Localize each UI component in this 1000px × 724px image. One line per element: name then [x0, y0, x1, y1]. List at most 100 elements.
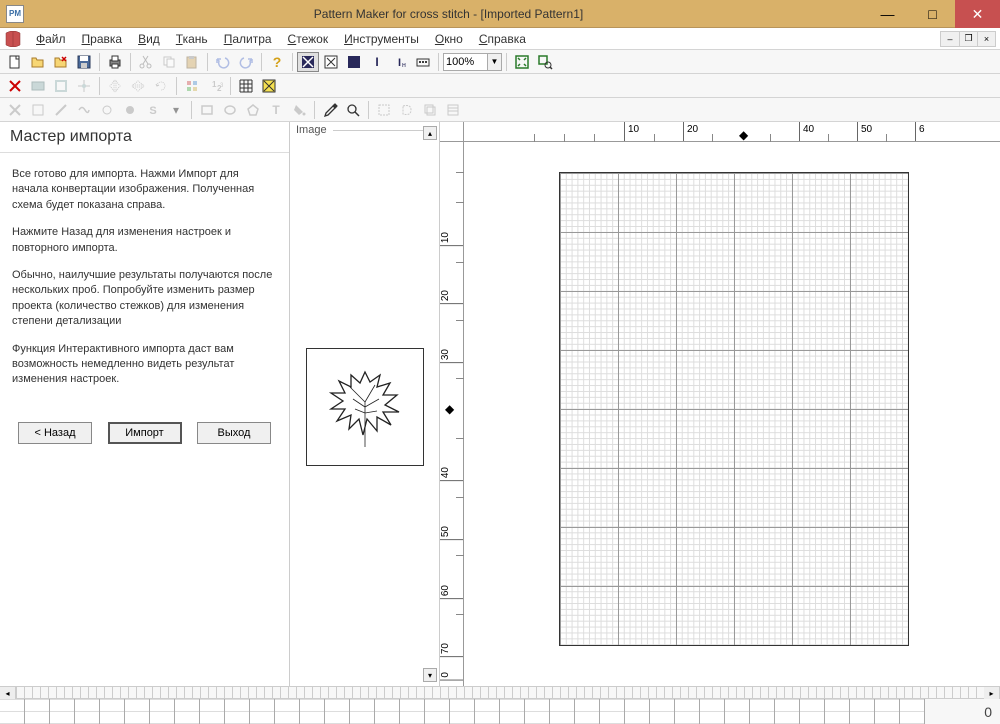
fit-window-icon[interactable]: [511, 52, 533, 72]
center-icon[interactable]: [73, 76, 95, 96]
back-button[interactable]: < Назад: [18, 422, 92, 444]
stitch-color-icon[interactable]: [343, 52, 365, 72]
flip-h-icon[interactable]: [104, 76, 126, 96]
save-icon[interactable]: [73, 52, 95, 72]
scroll-down-button[interactable]: ▾: [423, 668, 437, 682]
palette-cell[interactable]: [525, 699, 550, 724]
palette-cell[interactable]: [350, 699, 375, 724]
palette-cell[interactable]: [450, 699, 475, 724]
tool-back-icon[interactable]: [73, 100, 95, 120]
mdi-restore-button[interactable]: ❐: [959, 32, 977, 46]
palette-cell[interactable]: [650, 699, 675, 724]
stitch-machine-icon[interactable]: [412, 52, 434, 72]
palette-cell[interactable]: [250, 699, 275, 724]
palette-cell[interactable]: [750, 699, 775, 724]
color-ops-icon[interactable]: [181, 76, 203, 96]
tool-text-icon[interactable]: T: [265, 100, 287, 120]
stitch-info-icon[interactable]: Iн: [389, 52, 411, 72]
palette-cell[interactable]: [475, 699, 500, 724]
pattern-grid[interactable]: [559, 172, 909, 646]
palette-cell[interactable]: [625, 699, 650, 724]
mdi-minimize-button[interactable]: –: [941, 32, 959, 46]
new-icon[interactable]: [4, 52, 26, 72]
tool-special-icon[interactable]: S: [142, 100, 164, 120]
grid-viewport[interactable]: [464, 142, 1000, 686]
palette-cell[interactable]: [300, 699, 325, 724]
tool-select-rect-icon[interactable]: [373, 100, 395, 120]
palette-cell[interactable]: [425, 699, 450, 724]
stitch-full-icon[interactable]: [297, 52, 319, 72]
renumber-icon[interactable]: 123: [204, 76, 226, 96]
close-file-icon[interactable]: [50, 52, 72, 72]
delete-icon[interactable]: [4, 76, 26, 96]
palette-cell[interactable]: [875, 699, 900, 724]
maximize-button[interactable]: □: [910, 0, 955, 28]
zoom-region-icon[interactable]: [534, 52, 556, 72]
frame-icon[interactable]: [50, 76, 72, 96]
copy-icon[interactable]: [158, 52, 180, 72]
palette-cell[interactable]: [550, 699, 575, 724]
paste-icon[interactable]: [181, 52, 203, 72]
tool-select-free-icon[interactable]: [396, 100, 418, 120]
import-button[interactable]: Импорт: [108, 422, 182, 444]
palette-cell[interactable]: [0, 699, 25, 724]
zoom-dropdown-button[interactable]: ▼: [488, 53, 502, 71]
palette-cell[interactable]: [600, 699, 625, 724]
tool-special-drop-icon[interactable]: ▾: [165, 100, 187, 120]
tool-full-stitch-icon[interactable]: [4, 100, 26, 120]
zoom-input[interactable]: [443, 53, 488, 71]
ruler-vertical[interactable]: 10 20 30 ◆ 40 50 60 70 0: [440, 142, 464, 686]
rotate-icon[interactable]: [150, 76, 172, 96]
ruler-horizontal[interactable]: 10 20 ◆ 40 50 6: [464, 122, 1000, 142]
menu-fabric[interactable]: Ткань: [168, 29, 216, 49]
palette-scroll-track[interactable]: [16, 687, 984, 698]
open-icon[interactable]: [27, 52, 49, 72]
palette-cell[interactable]: [800, 699, 825, 724]
exit-button[interactable]: Выход: [197, 422, 271, 444]
tool-polygon-icon[interactable]: [242, 100, 264, 120]
palette-cell[interactable]: [50, 699, 75, 724]
palette-cell[interactable]: [175, 699, 200, 724]
tool-rect-icon[interactable]: [196, 100, 218, 120]
palette-cell[interactable]: [75, 699, 100, 724]
palette-cell[interactable]: [400, 699, 425, 724]
grid-toggle-icon[interactable]: [235, 76, 257, 96]
tool-layers-icon[interactable]: [419, 100, 441, 120]
palette-cell[interactable]: [850, 699, 875, 724]
flip-v-icon[interactable]: [127, 76, 149, 96]
tool-french-icon[interactable]: [96, 100, 118, 120]
redo-icon[interactable]: [235, 52, 257, 72]
menu-help[interactable]: Справка: [471, 29, 534, 49]
menu-tools[interactable]: Инструменты: [336, 29, 427, 49]
tool-fill-icon[interactable]: [288, 100, 310, 120]
palette-cell[interactable]: [675, 699, 700, 724]
tool-half-stitch-icon[interactable]: [27, 100, 49, 120]
palette-cell[interactable]: [25, 699, 50, 724]
menu-palette[interactable]: Палитра: [216, 29, 280, 49]
undo-icon[interactable]: [212, 52, 234, 72]
palette-cell[interactable]: [150, 699, 175, 724]
tool-zoom-icon[interactable]: [342, 100, 364, 120]
palette-cell[interactable]: [825, 699, 850, 724]
palette-cell[interactable]: [575, 699, 600, 724]
menu-file[interactable]: Файл: [28, 29, 74, 49]
menu-view[interactable]: Вид: [130, 29, 168, 49]
minimize-button[interactable]: —: [865, 0, 910, 28]
palette-cell[interactable]: [325, 699, 350, 724]
menu-stitch[interactable]: Стежок: [280, 29, 337, 49]
help-icon[interactable]: ?: [266, 52, 288, 72]
grid-yellow-icon[interactable]: [258, 76, 280, 96]
tool-quarter-icon[interactable]: [50, 100, 72, 120]
palette-scroll-right-button[interactable]: ▸: [984, 687, 1000, 699]
stitch-symbol-icon[interactable]: [320, 52, 342, 72]
palette-cell[interactable]: [375, 699, 400, 724]
menu-window[interactable]: Окно: [427, 29, 471, 49]
menu-edit[interactable]: Правка: [74, 29, 131, 49]
palette-cell[interactable]: [100, 699, 125, 724]
tool-ellipse-icon[interactable]: [219, 100, 241, 120]
palette-cell[interactable]: [775, 699, 800, 724]
palette-cell[interactable]: [500, 699, 525, 724]
print-icon[interactable]: [104, 52, 126, 72]
palette-cell[interactable]: [200, 699, 225, 724]
palette-scroll-left-button[interactable]: ◂: [0, 687, 16, 699]
